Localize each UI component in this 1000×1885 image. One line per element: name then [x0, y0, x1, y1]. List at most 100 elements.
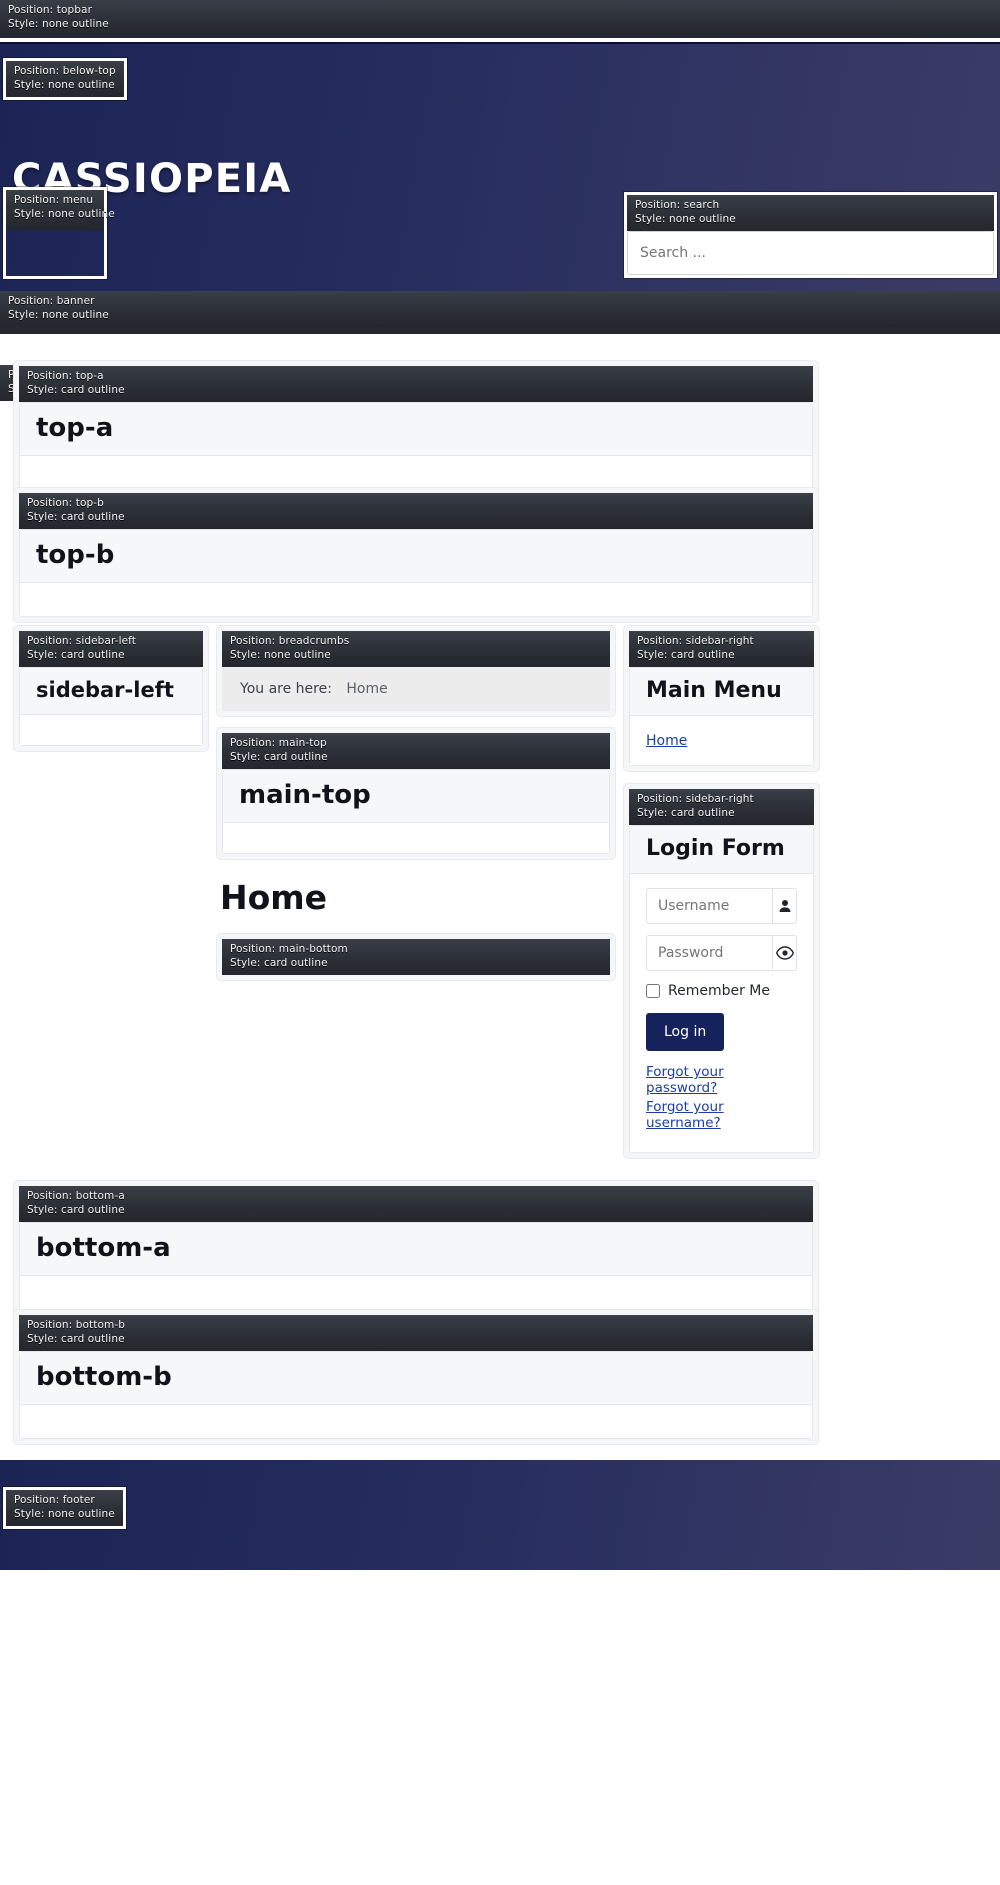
card-login-form-header: Login Form	[630, 826, 813, 874]
module-position-bottom-a: Position: bottom-a Style: card outline b…	[13, 1180, 819, 1316]
position-label-main-top-style: Style: card outline	[230, 750, 328, 763]
position-label-main-top: Position: main-top Style: card outline	[222, 733, 610, 769]
position-label-search: Position: search Style: none outline	[624, 192, 997, 278]
position-label-below-top-style: Style: none outline	[14, 78, 115, 91]
position-label-banner-position: Position: banner	[8, 295, 95, 307]
position-label-breadcrumbs-style: Style: none outline	[230, 648, 331, 661]
card-top-b-body	[20, 583, 812, 616]
position-label-bottom-b-style: Style: card outline	[27, 1332, 125, 1345]
position-label-menu-style: Style: none outline	[14, 207, 115, 220]
eye-icon[interactable]	[772, 935, 797, 971]
banner-position-region: Position: banner Style: none outline	[0, 291, 1000, 334]
position-label-breadcrumbs: Position: breadcrumbs Style: none outlin…	[222, 631, 610, 667]
position-label-sidebar-left-position: Position: sidebar-left	[27, 635, 137, 647]
remember-me-row[interactable]: Remember Me	[646, 983, 797, 999]
card-top-b-header: top-b	[20, 530, 812, 583]
position-label-topbar-style: Style: none outline	[8, 17, 109, 30]
position-label-menu: Position: menu Style: none outline	[3, 187, 115, 279]
module-position-bottom-b: Position: bottom-b Style: card outline b…	[13, 1309, 819, 1445]
user-icon[interactable]	[772, 888, 797, 924]
position-label-sidebar-right-menu: Position: sidebar-right Style: card outl…	[629, 631, 814, 667]
position-label-breadcrumbs-position: Position: breadcrumbs	[230, 635, 350, 647]
card-sidebar-left-title: sidebar-left	[36, 678, 174, 702]
card-main-top-header: main-top	[223, 770, 609, 823]
search-module	[627, 231, 994, 275]
card-bottom-a-header: bottom-a	[20, 1223, 812, 1276]
card-bottom-a: bottom-a	[19, 1222, 813, 1310]
sidebar-right-column: Position: sidebar-right Style: card outl…	[623, 625, 820, 1159]
card-bottom-a-title: bottom-a	[36, 1233, 171, 1263]
card-main-menu-header: Main Menu	[630, 668, 813, 716]
module-position-sidebar-right-login: Position: sidebar-right Style: card outl…	[623, 783, 820, 1159]
search-input[interactable]	[627, 231, 994, 275]
position-label-sidebar-right-login-position: Position: sidebar-right	[637, 793, 754, 805]
position-label-bottom-a-style: Style: card outline	[27, 1203, 125, 1216]
card-bottom-b-body	[20, 1405, 812, 1438]
position-label-topbar: Position: topbar Style: none outline	[0, 0, 1000, 36]
position-label-bottom-a-position: Position: bottom-a	[27, 1190, 125, 1202]
module-position-main-bottom: Position: main-bottom Style: card outlin…	[216, 933, 616, 981]
module-position-main-top: Position: main-top Style: card outline m…	[216, 727, 616, 860]
breadcrumb: You are here: Home	[222, 667, 610, 711]
position-label-sidebar-right-login: Position: sidebar-right Style: card outl…	[629, 789, 814, 825]
position-label-top-b-style: Style: card outline	[27, 510, 125, 523]
main-menu-item-home[interactable]: Home	[646, 733, 687, 749]
position-label-top-b: Position: top-b Style: card outline	[19, 493, 813, 529]
card-sidebar-left-header: sidebar-left	[20, 668, 202, 715]
site-header: Position: below-top Style: none outline …	[0, 42, 1000, 291]
card-top-a: top-a	[19, 402, 813, 490]
login-help-links: Forgot your password? Forgot your userna…	[646, 1064, 797, 1131]
position-label-bottom-b: Position: bottom-b Style: card outline	[19, 1315, 813, 1351]
username-field-group	[646, 888, 797, 924]
position-label-menu-position: Position: menu	[14, 194, 94, 206]
position-label-sidebar-left-style: Style: card outline	[27, 648, 125, 661]
position-label-main-top-position: Position: main-top	[230, 737, 327, 749]
page-title: Home	[220, 878, 328, 917]
login-button[interactable]: Log in	[646, 1013, 725, 1051]
card-top-b-title: top-b	[36, 540, 115, 570]
breadcrumb-item-home[interactable]: Home	[346, 681, 387, 697]
position-label-banner-style: Style: none outline	[8, 308, 109, 321]
main-menu-list: Home	[630, 716, 813, 765]
breadcrumb-prefix: You are here:	[240, 681, 332, 697]
card-top-a-title: top-a	[36, 413, 114, 443]
position-label-bottom-b-position: Position: bottom-b	[27, 1319, 125, 1331]
username-input[interactable]	[646, 888, 773, 924]
card-main-top-title: main-top	[239, 780, 371, 810]
password-input[interactable]	[646, 935, 773, 971]
position-label-sidebar-left: Position: sidebar-left Style: card outli…	[19, 631, 203, 667]
module-position-top-a: Position: top-a Style: card outline top-…	[13, 360, 819, 496]
module-position-breadcrumbs: Position: breadcrumbs Style: none outlin…	[216, 625, 616, 717]
position-label-footer-position: Position: footer	[14, 1494, 95, 1506]
card-main-top-body	[223, 823, 609, 853]
module-position-sidebar-right-menu: Position: sidebar-right Style: card outl…	[623, 625, 820, 772]
remember-me-checkbox[interactable]	[646, 984, 660, 998]
card-bottom-b: bottom-b	[19, 1351, 813, 1439]
module-position-sidebar-left: Position: sidebar-left Style: card outli…	[13, 625, 209, 752]
forgot-username-link[interactable]: Forgot your username?	[646, 1099, 797, 1131]
card-top-a-body	[20, 456, 812, 489]
position-label-top-b-position: Position: top-b	[27, 497, 104, 509]
card-top-b: top-b	[19, 529, 813, 617]
position-label-search-style: Style: none outline	[635, 212, 736, 225]
position-label-top-a: Position: top-a Style: card outline	[19, 366, 813, 402]
position-label-main-bottom-position: Position: main-bottom	[230, 943, 348, 955]
position-label-footer-style: Style: none outline	[14, 1507, 115, 1520]
menu-position-empty-area	[6, 230, 104, 278]
topbar-position-region: Position: topbar Style: none outline	[0, 0, 1000, 40]
position-label-below-top-position: Position: below-top	[14, 65, 116, 77]
forgot-password-link[interactable]: Forgot your password?	[646, 1064, 797, 1096]
main-menu-title: Main Menu	[646, 678, 782, 703]
position-label-sidebar-right-menu-style: Style: card outline	[637, 648, 735, 661]
position-label-sidebar-right-login-style: Style: card outline	[637, 806, 735, 819]
card-main-top: main-top	[222, 769, 610, 854]
remember-me-label: Remember Me	[668, 983, 770, 999]
card-top-a-header: top-a	[20, 403, 812, 456]
position-label-topbar-position: Position: topbar	[8, 4, 92, 16]
position-label-footer: Position: footer Style: none outline	[3, 1487, 126, 1529]
main-content-column: Position: breadcrumbs Style: none outlin…	[216, 625, 616, 981]
position-label-top-a-style: Style: card outline	[27, 383, 125, 396]
card-bottom-b-title: bottom-b	[36, 1362, 172, 1392]
position-label-top-a-position: Position: top-a	[27, 370, 104, 382]
login-form-title: Login Form	[646, 836, 785, 861]
